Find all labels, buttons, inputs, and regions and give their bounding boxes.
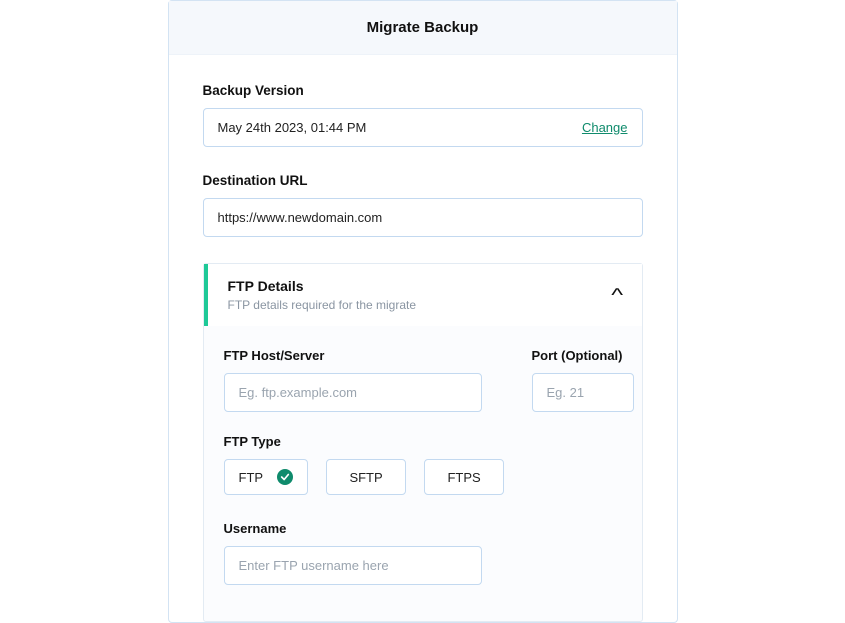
ftp-details-body: FTP Host/Server Port (Optional) FTP Type… [204, 326, 642, 621]
change-backup-link[interactable]: Change [582, 120, 628, 135]
destination-url-group: Destination URL [203, 173, 643, 237]
ftp-details-subtitle: FTP details required for the migrate [228, 298, 417, 312]
ftp-host-input[interactable] [224, 373, 482, 412]
ftp-details-panel: FTP Details FTP details required for the… [203, 263, 643, 622]
backup-version-row: May 24th 2023, 01:44 PM Change [203, 108, 643, 147]
ftp-port-group: Port (Optional) [532, 348, 634, 412]
backup-version-label: Backup Version [203, 83, 643, 98]
ftp-host-label: FTP Host/Server [224, 348, 482, 363]
backup-version-group: Backup Version May 24th 2023, 01:44 PM C… [203, 83, 643, 147]
ftp-port-input[interactable] [532, 373, 634, 412]
ftp-port-label: Port (Optional) [532, 348, 634, 363]
check-icon [277, 469, 293, 485]
ftp-details-title: FTP Details [228, 278, 417, 294]
ftp-username-label: Username [224, 521, 622, 536]
ftp-type-group: FTP Type FTP SFTP FTPS [224, 434, 622, 495]
ftp-type-option-sftp[interactable]: SFTP [326, 459, 406, 495]
modal-title: Migrate Backup [169, 19, 677, 36]
ftp-details-header[interactable]: FTP Details FTP details required for the… [204, 264, 642, 326]
modal-header: Migrate Backup [169, 1, 677, 55]
ftp-type-option-sftp-label: SFTP [349, 470, 382, 485]
ftp-username-group: Username [224, 521, 622, 585]
host-port-row: FTP Host/Server Port (Optional) [224, 348, 622, 412]
ftp-host-group: FTP Host/Server [224, 348, 482, 412]
ftp-type-option-ftps-label: FTPS [447, 470, 480, 485]
ftp-type-option-ftp-label: FTP [239, 470, 264, 485]
ftp-header-text: FTP Details FTP details required for the… [228, 278, 417, 312]
ftp-type-label: FTP Type [224, 434, 622, 449]
migrate-backup-modal: Migrate Backup Backup Version May 24th 2… [168, 0, 678, 623]
ftp-username-input[interactable] [224, 546, 482, 585]
ftp-type-option-ftps[interactable]: FTPS [424, 459, 504, 495]
modal-content: Backup Version May 24th 2023, 01:44 PM C… [169, 55, 677, 622]
ftp-type-option-ftp[interactable]: FTP [224, 459, 309, 495]
backup-version-value: May 24th 2023, 01:44 PM [218, 120, 367, 135]
destination-url-label: Destination URL [203, 173, 643, 188]
destination-url-input[interactable] [203, 198, 643, 237]
chevron-up-icon: ^ [611, 285, 623, 306]
ftp-type-options: FTP SFTP FTPS [224, 459, 622, 495]
